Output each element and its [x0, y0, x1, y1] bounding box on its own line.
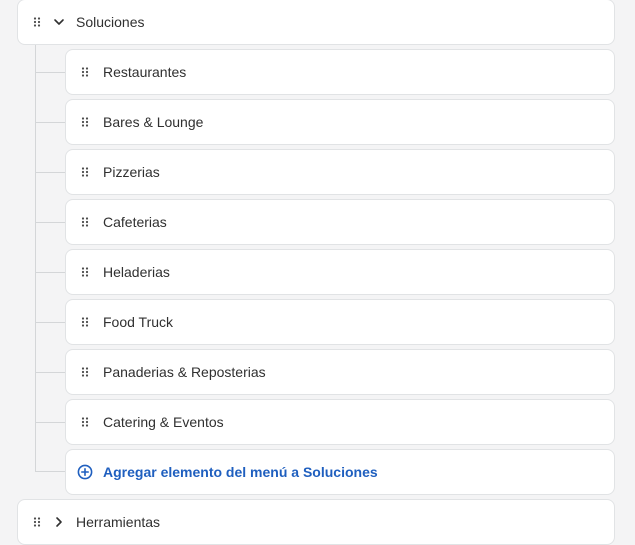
submenu-item-label: Heladerias [103, 264, 170, 280]
submenu-item-cafeterias[interactable]: Cafeterias [65, 199, 615, 245]
tree-connector [35, 322, 65, 323]
tree-connector [35, 172, 65, 173]
menu-editor-panel: Soluciones Restaurantes Bares & Lounge P… [0, 0, 635, 545]
submenu-item-bares-lounge[interactable]: Bares & Lounge [65, 99, 615, 145]
drag-handle-icon[interactable] [80, 317, 90, 327]
drag-handle-icon[interactable] [32, 17, 42, 27]
add-label-target: Soluciones [302, 464, 378, 480]
add-menu-item-label: Agregar elemento del menú a Soluciones [103, 464, 378, 480]
tree-connector [35, 422, 65, 423]
submenu-item-label: Cafeterias [103, 214, 167, 230]
tree-connector [35, 122, 65, 123]
tree-connector [35, 72, 65, 73]
submenu-item-label: Panaderias & Reposterias [103, 364, 266, 380]
submenu-item-label: Restaurantes [103, 64, 187, 80]
menu-item-soluciones[interactable]: Soluciones [17, 0, 615, 45]
submenu-item-label: Pizzerias [103, 164, 160, 180]
submenu-item-label: Bares & Lounge [103, 114, 204, 130]
drag-handle-icon[interactable] [80, 267, 90, 277]
plus-circle-icon [77, 464, 93, 480]
drag-handle-icon[interactable] [80, 217, 90, 227]
submenu-item-panaderias[interactable]: Panaderias & Reposterias [65, 349, 615, 395]
drag-handle-icon[interactable] [80, 67, 90, 77]
chevron-right-icon[interactable] [52, 515, 66, 529]
drag-handle-icon[interactable] [80, 417, 90, 427]
tree-connector [35, 471, 65, 472]
tree-connector-vertical [35, 45, 36, 472]
menu-item-herramientas[interactable]: Herramientas [17, 499, 615, 545]
submenu-item-catering[interactable]: Catering & Eventos [65, 399, 615, 445]
submenu-item-food-truck[interactable]: Food Truck [65, 299, 615, 345]
menu-item-label: Herramientas [76, 514, 161, 530]
chevron-down-icon[interactable] [52, 15, 66, 29]
submenu-item-label: Catering & Eventos [103, 414, 224, 430]
submenu-item-heladerias[interactable]: Heladerias [65, 249, 615, 295]
submenu-item-restaurantes[interactable]: Restaurantes [65, 49, 615, 95]
drag-handle-icon[interactable] [80, 117, 90, 127]
add-menu-item-button[interactable]: Agregar elemento del menú a Soluciones [65, 449, 615, 495]
add-label-prefix: Agregar elemento del menú a [103, 464, 303, 480]
tree-connector [35, 372, 65, 373]
submenu-item-label: Food Truck [103, 314, 174, 330]
menu-item-label: Soluciones [76, 14, 145, 30]
drag-handle-icon[interactable] [32, 517, 42, 527]
tree-connector [35, 222, 65, 223]
tree-connector [35, 272, 65, 273]
drag-handle-icon[interactable] [80, 167, 90, 177]
drag-handle-icon[interactable] [80, 367, 90, 377]
submenu-item-pizzerias[interactable]: Pizzerias [65, 149, 615, 195]
